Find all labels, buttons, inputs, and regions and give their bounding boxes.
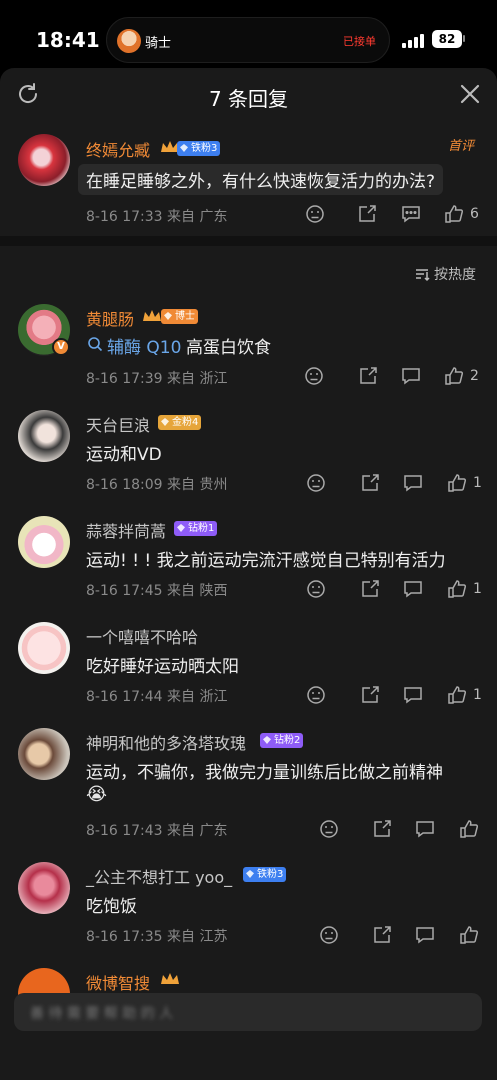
share-icon[interactable] (358, 366, 378, 386)
island-avatar-icon (117, 29, 141, 53)
avatar[interactable] (18, 516, 70, 568)
share-icon[interactable] (360, 579, 380, 599)
avatar[interactable] (18, 622, 70, 674)
like-count: 1 (473, 687, 482, 703)
title-badge: 博士 (161, 309, 198, 324)
like-icon[interactable] (459, 819, 479, 839)
like-icon[interactable] (444, 366, 464, 386)
crying-emoji: 😭 (86, 784, 108, 805)
fan-badge: 铁粉3 (177, 141, 221, 156)
avatar[interactable] (18, 862, 70, 914)
share-icon[interactable] (360, 473, 380, 493)
username[interactable]: 终嫣允臧 (86, 137, 150, 161)
dislike-icon[interactable] (319, 925, 339, 945)
dislike-icon[interactable] (305, 204, 325, 224)
dislike-icon[interactable] (306, 579, 326, 599)
section-divider (0, 236, 497, 246)
share-icon[interactable] (360, 685, 380, 705)
search-link[interactable]: 辅酶 Q10 (107, 333, 181, 358)
comment-icon[interactable] (403, 579, 423, 599)
sort-toggle[interactable]: 按热度 (414, 264, 476, 284)
comment-meta: 8-16 17:45 来自 陕西 (86, 583, 228, 599)
share-icon[interactable] (372, 819, 392, 839)
comment-meta: 8-16 17:43 来自 广东 (86, 823, 228, 839)
search-icon[interactable] (87, 336, 103, 352)
comment-text[interactable]: 在睡足睡够之外，有什么快速恢复活力的办法? (78, 164, 444, 195)
like-count: 1 (473, 475, 482, 491)
username[interactable]: 微博智搜 (86, 970, 150, 994)
like-icon[interactable] (459, 925, 479, 945)
username[interactable]: 一个嘻嘻不哈哈 (86, 624, 198, 648)
dislike-icon[interactable] (304, 366, 324, 386)
dislike-icon[interactable] (306, 473, 326, 493)
share-icon[interactable] (372, 925, 392, 945)
root-comment: 终嫣允臧 铁粉3 首评 在睡足睡够之外，有什么快速恢复活力的办法? 8-16 1… (0, 124, 497, 236)
sort-icon (416, 269, 430, 282)
avatar[interactable] (18, 410, 70, 462)
comment-meta: 8-16 18:09 来自 贵州 (86, 477, 228, 493)
username[interactable]: 蒜蓉拌茼蒿 (86, 518, 166, 542)
like-icon[interactable] (447, 579, 467, 599)
sheet-header: 7 条回复 (0, 68, 497, 124)
comment-icon[interactable] (403, 685, 423, 705)
vip-crown-icon (143, 310, 161, 321)
dislike-icon[interactable] (319, 819, 339, 839)
username[interactable]: 黄腿肠 (86, 306, 134, 330)
like-icon[interactable] (447, 685, 467, 705)
comment-icon[interactable] (401, 204, 421, 224)
comment-icon[interactable] (401, 366, 421, 386)
comment-meta: 8-16 17:33 来自 广东 (86, 209, 228, 225)
fan-badge: 金粉4 (158, 415, 202, 430)
verified-icon: V (52, 338, 70, 356)
like-icon[interactable] (447, 473, 467, 493)
reply-input-placeholder: 善 待 需 要 帮 助 的 人 (30, 1006, 174, 1022)
avatar[interactable] (18, 728, 70, 780)
like-icon[interactable] (444, 204, 464, 224)
username[interactable]: 神明和他的多洛塔玫瑰 (86, 730, 246, 754)
share-icon[interactable] (357, 204, 377, 224)
comment-text[interactable]: 吃好睡好运动晒太阳 (86, 652, 239, 677)
close-icon[interactable] (458, 82, 482, 106)
like-count: 2 (470, 368, 479, 384)
status-bar: 18:41 骑士 已接单 82 (0, 0, 497, 68)
sheet-title: 7 条回复 (208, 87, 289, 111)
comment-text[interactable]: 高蛋白饮食 (186, 333, 271, 358)
battery-tip (463, 35, 465, 42)
island-status: 已接单 (343, 35, 376, 48)
reply-input[interactable]: 善 待 需 要 帮 助 的 人 (14, 993, 482, 1031)
fan-badge: 钻粉1 (174, 521, 218, 536)
comment-meta: 8-16 17:39 来自 浙江 (86, 371, 228, 387)
battery-icon: 82 (432, 30, 462, 48)
sort-label: 按热度 (434, 267, 476, 283)
username[interactable]: 天台巨浪 (86, 412, 150, 436)
status-time: 18:41 (36, 28, 100, 52)
comment-icon[interactable] (415, 925, 435, 945)
comment-icon[interactable] (415, 819, 435, 839)
dislike-icon[interactable] (306, 685, 326, 705)
island-name: 骑士 (145, 36, 172, 51)
username[interactable]: _公主不想打工 yoo_ (86, 864, 232, 888)
like-count: 1 (473, 581, 482, 597)
avatar[interactable] (18, 134, 70, 186)
signal-icon (402, 34, 424, 48)
first-comment-tag: 首评 (448, 139, 475, 154)
comment-text[interactable]: 吃饱饭 (86, 892, 137, 917)
fan-badge: 钻粉2 (260, 733, 304, 748)
comment-icon[interactable] (403, 473, 423, 493)
fan-badge: 铁粉3 (243, 867, 287, 882)
dynamic-island[interactable]: 骑士 已接单 (106, 17, 390, 63)
like-count: 6 (470, 206, 479, 222)
comment-text[interactable]: 运动，不骗你，我做完力量训练后比做之前精神 (86, 758, 443, 783)
comment-text[interactable]: 运动和VD (86, 440, 162, 465)
comment-meta: 8-16 17:44 来自 浙江 (86, 689, 228, 705)
vip-crown-icon (161, 973, 179, 984)
reply-sheet: 7 条回复 终嫣允臧 铁粉3 首评 在睡足睡够之外，有什么快速恢复活力的办法? … (0, 68, 497, 1080)
comment-meta: 8-16 17:35 来自 江苏 (86, 929, 228, 945)
comment-text[interactable]: 运动! ! ! 我之前运动完流汗感觉自己特别有活力 (86, 546, 446, 571)
